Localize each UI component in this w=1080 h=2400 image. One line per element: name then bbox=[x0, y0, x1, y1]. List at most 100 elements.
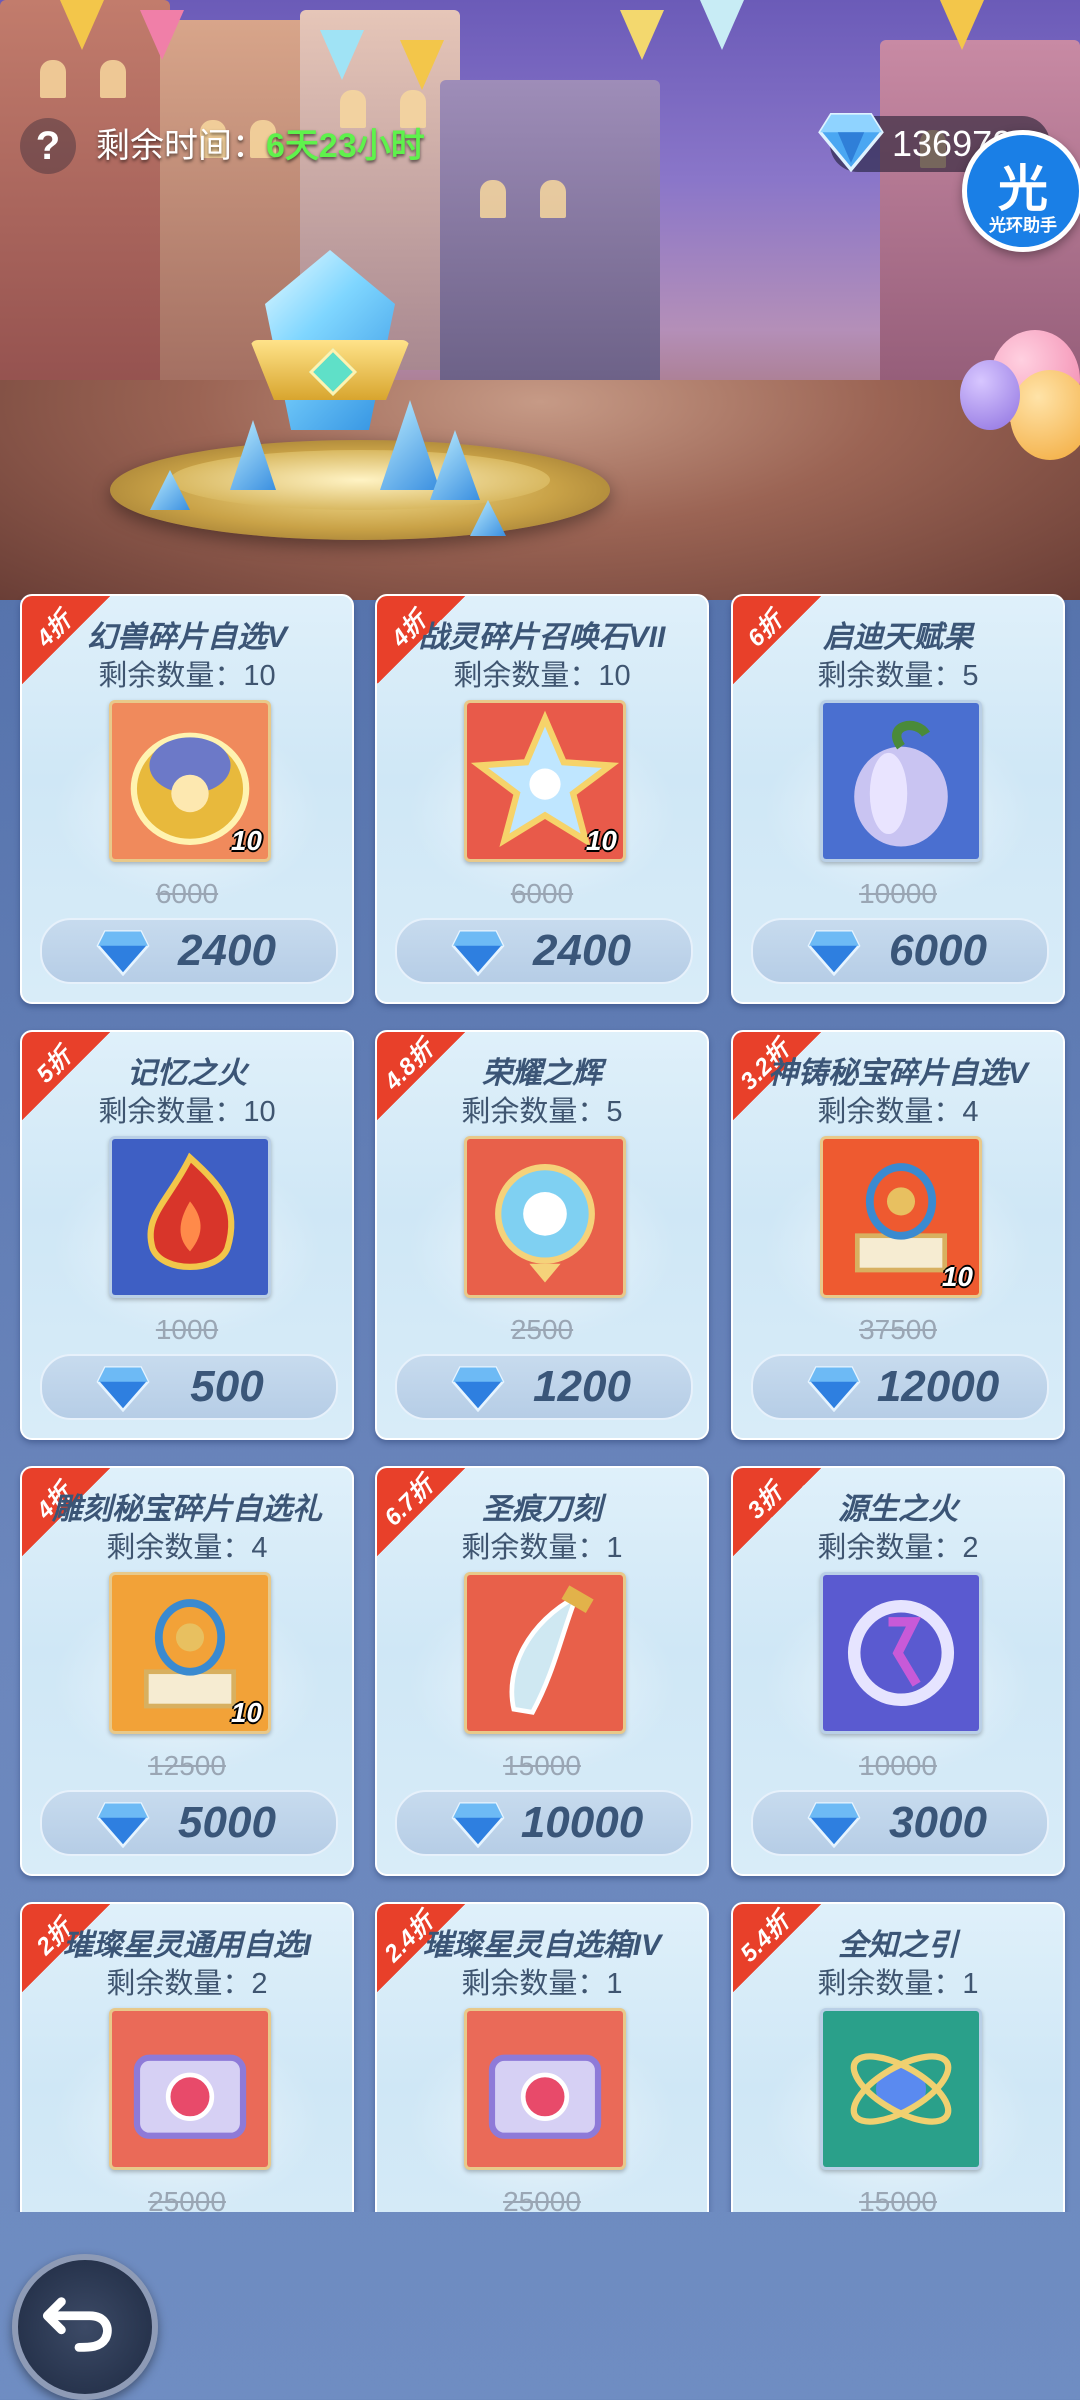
shop-item-card[interactable]: 3.2折 神铸秘宝碎片自选V 剩余数量：4 10 37500 12000 bbox=[731, 1030, 1065, 1440]
item-count: 10 bbox=[585, 825, 617, 856]
item-stock: 剩余数量：1 bbox=[461, 1968, 623, 2000]
shop-item-card[interactable]: 2折 璀璨星灵通用自选I 剩余数量：2 25000 bbox=[20, 1902, 354, 2212]
balloon bbox=[960, 360, 1020, 430]
shop-item-card[interactable]: 4折 幻兽碎片自选V 剩余数量：10 10 6000 2400 bbox=[20, 594, 354, 1004]
item-frame[interactable] bbox=[109, 1136, 271, 1298]
shop-item-card[interactable]: 5.4折 全知之引 剩余数量：1 15000 bbox=[731, 1902, 1065, 2212]
shop-item-card[interactable]: 4折 战灵碎片召唤石VII 剩余数量：10 10 6000 2400 bbox=[375, 594, 709, 1004]
remaining-time-value: 6天23小时 bbox=[266, 127, 425, 165]
sale-price: 5000 bbox=[178, 1798, 276, 1847]
original-price: 12500 bbox=[148, 1750, 226, 1781]
assistant-label: 光环助手 bbox=[989, 216, 1057, 235]
original-price: 37500 bbox=[859, 1314, 937, 1345]
item-count: 10 bbox=[230, 1697, 262, 1728]
original-price: 6000 bbox=[510, 878, 574, 909]
item-stock: 剩余数量：2 bbox=[817, 1532, 979, 1564]
buy-button[interactable]: 10000 bbox=[395, 1790, 693, 1856]
original-price: 15000 bbox=[859, 2186, 937, 2212]
back-button[interactable] bbox=[12, 2254, 158, 2400]
item-stock: 剩余数量：5 bbox=[817, 660, 979, 692]
sale-price: 2400 bbox=[178, 926, 276, 975]
banner-window bbox=[40, 60, 66, 98]
assistant-float-button[interactable]: 光 光环助手 bbox=[962, 130, 1080, 252]
sale-price: 6000 bbox=[889, 926, 987, 975]
blade-icon bbox=[467, 1575, 623, 1731]
item-stock: 剩余数量：1 bbox=[817, 1968, 979, 2000]
pepper-fruit-icon bbox=[823, 703, 979, 859]
original-price: 25000 bbox=[148, 2186, 226, 2212]
item-frame[interactable]: 10 bbox=[109, 1572, 271, 1734]
item-stock: 剩余数量：10 bbox=[98, 1096, 276, 1128]
buy-button[interactable]: 2400 bbox=[395, 918, 693, 984]
buy-button[interactable]: 3000 bbox=[751, 1790, 1049, 1856]
shop-item-card[interactable]: 4.8折 荣耀之辉 剩余数量：5 2500 1200 bbox=[375, 1030, 709, 1440]
shop-item-card[interactable]: 3折 源生之火 剩余数量：2 10000 3000 bbox=[731, 1466, 1065, 1876]
buy-button[interactable]: 500 bbox=[40, 1354, 338, 1420]
sale-price: 3000 bbox=[889, 1798, 987, 1847]
item-frame[interactable] bbox=[464, 1572, 626, 1734]
item-frame[interactable]: 10 bbox=[109, 700, 271, 862]
sale-price: 12000 bbox=[876, 1362, 1000, 1411]
shop-item-card[interactable]: 6.7折 圣痕刀刻 剩余数量：1 15000 10000 bbox=[375, 1466, 709, 1876]
shop-item-card[interactable]: 4折 雕刻秘宝碎片自选礼 剩余数量：4 10 12500 5000 bbox=[20, 1466, 354, 1876]
shop-item-card[interactable]: 6折 启迪天赋果 剩余数量：5 10000 6000 bbox=[731, 594, 1065, 1004]
shop-item-card[interactable]: 2.4折 璀璨星灵自选箱IV 剩余数量：1 25000 bbox=[375, 1902, 709, 2212]
star-chest-icon bbox=[467, 2011, 623, 2167]
sale-price: 2400 bbox=[533, 926, 631, 975]
bunting-flag bbox=[140, 10, 184, 60]
banner-window bbox=[100, 60, 126, 98]
flame-crest-icon bbox=[112, 1139, 268, 1295]
help-button[interactable]: ? bbox=[20, 118, 76, 174]
remaining-time-label: 剩余时间： bbox=[96, 127, 266, 165]
buy-button[interactable]: 5000 bbox=[40, 1790, 338, 1856]
glowing-orb-icon bbox=[467, 1139, 623, 1295]
item-name: 全知之引 bbox=[838, 1929, 958, 1962]
item-name: 源生之火 bbox=[838, 1493, 958, 1526]
item-name: 记忆之火 bbox=[127, 1057, 247, 1090]
buy-button[interactable]: 1200 bbox=[395, 1354, 693, 1420]
item-stock: 剩余数量：5 bbox=[461, 1096, 623, 1128]
event-banner bbox=[0, 0, 1080, 600]
buy-button[interactable]: 2400 bbox=[40, 918, 338, 984]
item-frame[interactable] bbox=[820, 2008, 982, 2170]
buy-button[interactable]: 6000 bbox=[751, 918, 1049, 984]
item-name: 战灵碎片召唤石VII bbox=[418, 621, 666, 654]
original-price: 25000 bbox=[503, 2186, 581, 2212]
bunting-flag bbox=[60, 0, 104, 50]
item-frame[interactable] bbox=[820, 700, 982, 862]
item-frame[interactable]: 10 bbox=[464, 700, 626, 862]
armillary-orb-icon bbox=[823, 2011, 979, 2167]
sale-price: 500 bbox=[190, 1362, 264, 1411]
item-stock: 剩余数量：4 bbox=[817, 1096, 979, 1128]
original-price: 6000 bbox=[155, 878, 219, 909]
item-frame[interactable] bbox=[464, 2008, 626, 2170]
item-name: 荣耀之辉 bbox=[482, 1057, 602, 1090]
item-name: 璀璨星灵通用自选I bbox=[62, 1929, 312, 1962]
item-frame[interactable] bbox=[464, 1136, 626, 1298]
sale-price: 10000 bbox=[520, 1798, 644, 1847]
item-name: 神铸秘宝碎片自选V bbox=[767, 1057, 1028, 1090]
banner-window bbox=[540, 180, 566, 218]
star-chest-icon bbox=[112, 2011, 268, 2167]
item-stock: 剩余数量：1 bbox=[461, 1532, 623, 1564]
item-name: 幻兽碎片自选V bbox=[86, 621, 287, 654]
rune-ring-icon bbox=[823, 1575, 979, 1731]
item-stock: 剩余数量：10 bbox=[453, 660, 631, 692]
buy-button[interactable]: 12000 bbox=[751, 1354, 1049, 1420]
item-frame[interactable] bbox=[820, 1572, 982, 1734]
item-stock: 剩余数量：10 bbox=[98, 660, 276, 692]
bunting-flag bbox=[320, 30, 364, 80]
item-frame[interactable] bbox=[109, 2008, 271, 2170]
bunting-flag bbox=[400, 40, 444, 90]
bunting-flag bbox=[940, 0, 984, 50]
banner-window bbox=[480, 180, 506, 218]
item-frame[interactable]: 10 bbox=[820, 1136, 982, 1298]
sale-price: 1200 bbox=[533, 1362, 631, 1411]
item-name: 璀璨星灵自选箱IV bbox=[422, 1929, 662, 1962]
bunting-flag bbox=[620, 10, 664, 60]
shop-item-card[interactable]: 5折 记忆之火 剩余数量：10 1000 500 bbox=[20, 1030, 354, 1440]
original-price: 1000 bbox=[155, 1314, 219, 1345]
item-name: 启迪天赋果 bbox=[823, 621, 973, 654]
original-price: 10000 bbox=[859, 1750, 937, 1781]
shop-item-grid: 4折 幻兽碎片自选V 剩余数量：10 10 6000 2400 4折 战灵碎片召… bbox=[0, 594, 1080, 2212]
